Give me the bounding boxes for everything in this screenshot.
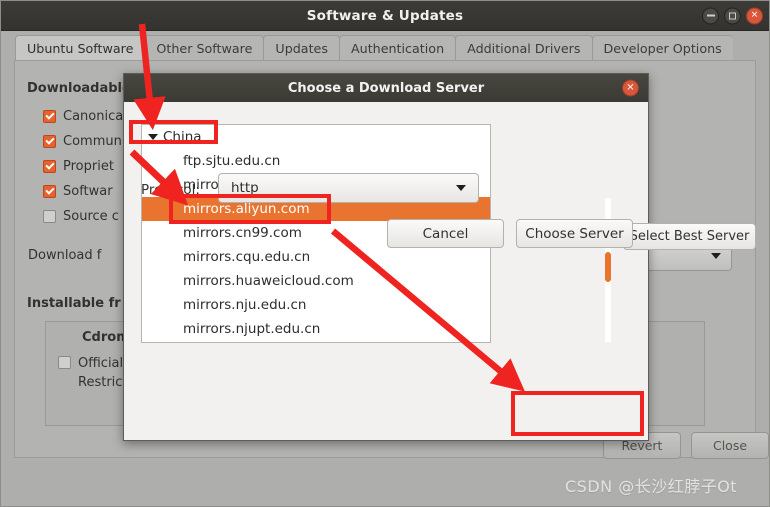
checkbox-label: Source c — [63, 209, 119, 224]
screenshot-root: Software & Updates ✕ Ubuntu Software Oth… — [0, 0, 770, 507]
list-item-group-china[interactable]: China — [142, 125, 490, 149]
list-item[interactable]: mirrors.njupt.edu.cn — [142, 317, 490, 341]
minimize-icon[interactable] — [702, 7, 719, 24]
protocol-label: Protocol: — [141, 182, 200, 198]
choose-server-button[interactable]: Choose Server — [516, 219, 633, 248]
tab-bar: Ubuntu Software Other Software Updates A… — [1, 31, 769, 61]
tab-label: Other Software — [156, 41, 253, 56]
list-item[interactable]: mirrors.huaweicloud.com — [142, 269, 490, 293]
checkbox-icon[interactable] — [43, 210, 56, 223]
tab-additional-drivers[interactable]: Additional Drivers — [455, 35, 593, 61]
list-item-label: mirrors.aliyun.com — [183, 201, 310, 217]
checkbox-icon[interactable] — [58, 356, 71, 369]
list-item-label: mirrors.njupt.edu.cn — [183, 321, 321, 337]
checkbox-row-source-code[interactable]: Source c — [43, 209, 119, 224]
checkbox-row-canonical[interactable]: Canonica — [43, 109, 123, 124]
checkbox-label: Propriet — [63, 159, 114, 174]
dialog-titlebar: Choose a Download Server ✕ — [124, 74, 648, 102]
tab-ubuntu-software[interactable]: Ubuntu Software — [15, 35, 146, 61]
list-item-label: mirrors.cn99.com — [183, 225, 302, 241]
checkbox-icon[interactable] — [43, 160, 56, 173]
list-item-label: mirrors.cqu.edu.cn — [183, 249, 311, 265]
choose-server-button-label: Choose Server — [525, 225, 624, 242]
tab-other-software[interactable]: Other Software — [144, 35, 265, 61]
checkbox-icon[interactable] — [43, 110, 56, 123]
cancel-button-label: Cancel — [422, 225, 469, 242]
window-title: Software & Updates — [306, 7, 464, 24]
close-icon[interactable]: ✕ — [622, 79, 639, 97]
tab-label: Updates — [275, 41, 328, 56]
list-item[interactable]: mirrors.nju.edu.cn — [142, 293, 490, 317]
select-best-server-button[interactable]: Select Best Server — [623, 223, 756, 250]
dialog-title: Choose a Download Server — [287, 80, 485, 96]
list-item[interactable]: mirrors.cqu.edu.cn — [142, 245, 490, 269]
checkbox-icon[interactable] — [43, 185, 56, 198]
tab-label: Ubuntu Software — [27, 41, 134, 56]
tab-label: Additional Drivers — [467, 41, 581, 56]
tab-developer-options[interactable]: Developer Options — [591, 35, 733, 61]
tab-label: Authentication — [350, 41, 445, 56]
checkbox-label: Canonica — [63, 109, 124, 124]
tab-label: Developer Options — [603, 41, 722, 56]
watermark: CSDN @长沙红脖子Ot — [565, 477, 738, 496]
download-from-label: Download f — [28, 248, 102, 263]
protocol-value: http — [231, 180, 259, 196]
dialog-body: China ftp.sjtu.edu.cn mirror.lzu.edu.cn … — [124, 102, 756, 440]
checkbox-label: Commun — [63, 134, 122, 149]
checkbox-row-software-restricted[interactable]: Softwar — [43, 184, 113, 199]
window-titlebar: Software & Updates ✕ — [1, 1, 769, 31]
downloadable-heading: Downloadable — [27, 81, 131, 96]
chevron-down-icon — [456, 185, 466, 191]
close-icon[interactable]: ✕ — [746, 7, 763, 24]
tab-updates[interactable]: Updates — [263, 35, 340, 61]
choose-download-server-dialog: Choose a Download Server ✕ China ftp.sjt… — [123, 73, 756, 441]
maximize-icon[interactable] — [724, 7, 741, 24]
checkbox-row-community[interactable]: Commun — [43, 134, 122, 149]
protocol-select[interactable]: http — [218, 173, 479, 203]
list-item-label: mirrors.nju.edu.cn — [183, 297, 307, 313]
window-controls: ✕ — [702, 7, 763, 24]
checkbox-row-proprietary[interactable]: Propriet — [43, 159, 114, 174]
checkbox-icon[interactable] — [43, 135, 56, 148]
list-item[interactable]: ftp.sjtu.edu.cn — [142, 149, 490, 173]
close-button[interactable]: Close — [691, 432, 769, 459]
chevron-down-icon — [711, 253, 721, 259]
server-list-scrollbar-thumb[interactable] — [605, 252, 611, 282]
close-button-label: Close — [712, 438, 748, 453]
checkbox-label: Softwar — [63, 184, 113, 199]
list-item-label: China — [163, 129, 202, 145]
select-best-server-label: Select Best Server — [629, 229, 750, 244]
list-item-label: ftp.sjtu.edu.cn — [183, 153, 281, 169]
list-item-label: mirrors.huaweicloud.com — [183, 273, 354, 289]
cancel-button[interactable]: Cancel — [387, 219, 504, 248]
chevron-down-icon[interactable] — [148, 134, 158, 140]
installable-heading: Installable fr — [27, 296, 121, 311]
tab-authentication[interactable]: Authentication — [338, 35, 457, 61]
